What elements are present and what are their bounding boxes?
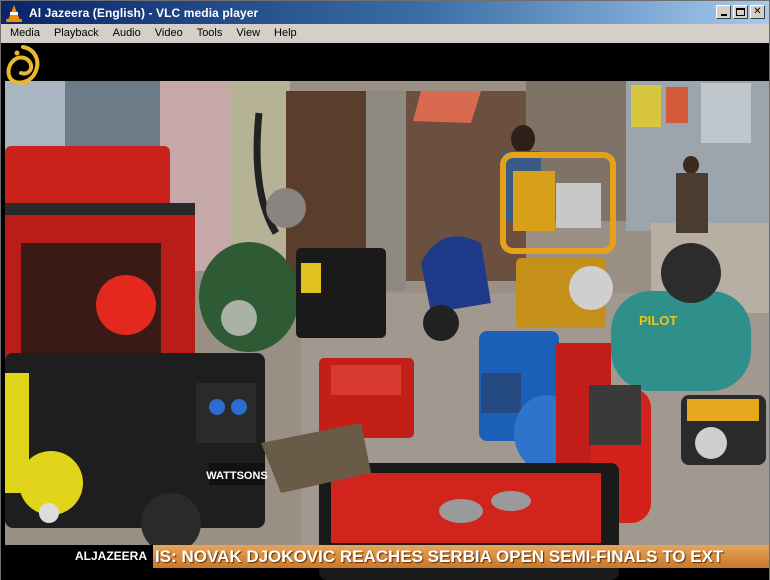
ticker-headline: IS: NOVAK DJOKOVIC REACHES SERBIA OPEN S… <box>155 546 724 566</box>
aljazeera-logo-icon <box>6 45 40 86</box>
ticker-channel-label: ALJAZEERA <box>5 545 154 568</box>
window-controls: ✕ <box>716 5 765 19</box>
menu-video[interactable]: Video <box>148 24 190 43</box>
video-display[interactable]: WATTSONS PILOT ALJAZEERA IS: NOVAK DJOKO… <box>1 43 769 580</box>
minimize-icon <box>720 14 727 16</box>
news-ticker: ALJAZEERA IS: NOVAK DJOKOVIC REACHES SER… <box>5 545 769 568</box>
vlc-window: Al Jazeera (English) - VLC media player … <box>0 0 770 580</box>
menu-tools[interactable]: Tools <box>190 24 230 43</box>
menu-playback[interactable]: Playback <box>47 24 106 43</box>
video-frame: WATTSONS PILOT <box>1 43 769 580</box>
pilot-label: PILOT <box>639 313 677 328</box>
menu-bar: Media Playback Audio Video Tools View He… <box>1 24 769 43</box>
menu-media[interactable]: Media <box>3 24 47 43</box>
menu-view[interactable]: View <box>229 24 267 43</box>
maximize-button[interactable] <box>733 5 748 19</box>
watsons-label: WATTSONS <box>206 470 268 482</box>
close-icon: ✕ <box>753 6 762 17</box>
vlc-cone-icon[interactable] <box>5 4 23 22</box>
close-button[interactable]: ✕ <box>750 5 765 19</box>
title-bar[interactable]: Al Jazeera (English) - VLC media player … <box>1 1 769 24</box>
minimize-button[interactable] <box>716 5 731 19</box>
window-title: Al Jazeera (English) - VLC media player <box>29 5 259 20</box>
menu-audio[interactable]: Audio <box>106 24 148 43</box>
menu-help[interactable]: Help <box>267 24 304 43</box>
maximize-icon <box>736 8 745 16</box>
